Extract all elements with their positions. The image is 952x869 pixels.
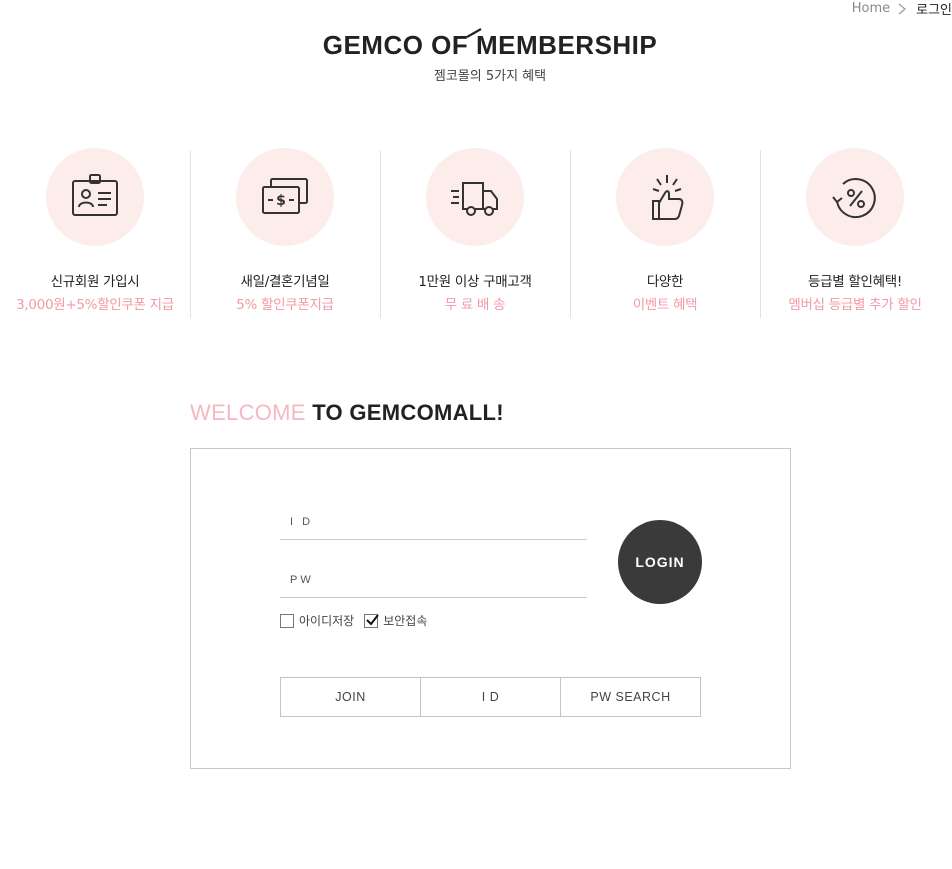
brand-header: GEMCO OF MEMBERSHIP 젬코몰의 5가지 혜택 (0, 28, 952, 84)
benefit-title: 다양한 (646, 274, 684, 290)
svg-text:$: $ (276, 193, 286, 209)
welcome-highlight: WELCOME (190, 400, 306, 425)
account-actions: JOIN I D PW SEARCH (280, 677, 701, 717)
breadcrumb-home-link[interactable]: Home (852, 1, 890, 16)
delivery-truck-icon (426, 148, 524, 246)
benefit-title: 새일/결혼기념일 (240, 274, 330, 290)
page-subtitle: 젬코몰의 5가지 혜택 (433, 69, 547, 84)
benefit-item: 등급별 할인혜택! 멤버십 등급별 추가 할인 (760, 148, 950, 318)
id-field (280, 504, 587, 540)
percent-refresh-icon (806, 148, 904, 246)
find-id-button[interactable]: I D (420, 677, 561, 717)
benefit-item: 다양한 이벤트 혜택 (570, 148, 760, 318)
checkmark-icon (366, 613, 379, 626)
login-options: 아이디저장 보안접속 (280, 612, 437, 629)
pw-field (280, 562, 587, 598)
save-id-checkbox[interactable] (280, 613, 294, 628)
id-input[interactable] (280, 504, 587, 539)
save-id-label: 아이디저장 (299, 614, 355, 628)
pw-input[interactable] (280, 562, 587, 597)
benefit-title: 신규회원 가입시 (50, 274, 140, 290)
welcome-heading: WELCOME TO GEMCOMALL! (190, 400, 504, 426)
thumbs-up-icon (616, 148, 714, 246)
secure-login-label: 보안접속 (383, 614, 428, 628)
login-form: LOGIN 아이디저장 보안접속 JOIN I D PW SEARCH (190, 448, 791, 769)
benefit-item: 신규회원 가입시 3,000원+5%할인쿠폰 지급 (0, 148, 190, 318)
benefit-title: 1만원 이상 구매고객 (418, 274, 532, 290)
secure-login-option[interactable]: 보안접속 (364, 612, 427, 629)
id-card-icon (46, 148, 144, 246)
benefits-list: 신규회원 가입시 3,000원+5%할인쿠폰 지급 $ 새일/결혼기념일 5% … (0, 148, 952, 318)
breadcrumb: Home 로그인 (852, 0, 952, 18)
benefit-desc: 5% 할인쿠폰지급 (236, 297, 334, 313)
welcome-rest: TO GEMCOMALL! (312, 400, 504, 425)
benefit-desc: 멤버십 등급별 추가 할인 (788, 297, 922, 313)
breadcrumb-current: 로그인 (916, 3, 952, 18)
brand-accent-mark (466, 28, 482, 38)
benefit-desc: 무 료 배 송 (444, 297, 506, 313)
chevron-right-icon (898, 3, 907, 14)
secure-login-checkbox[interactable] (364, 613, 379, 628)
login-button[interactable]: LOGIN (618, 520, 702, 604)
save-id-option[interactable]: 아이디저장 (280, 612, 354, 629)
join-button[interactable]: JOIN (280, 677, 421, 717)
money-icon: $ (236, 148, 334, 246)
benefit-item: $ 새일/결혼기념일 5% 할인쿠폰지급 (190, 148, 380, 318)
benefit-desc: 이벤트 혜택 (632, 297, 698, 313)
pw-search-button[interactable]: PW SEARCH (560, 677, 701, 717)
page-title: GEMCO OF MEMBERSHIP (322, 28, 658, 60)
benefit-title: 등급별 할인혜택! (808, 274, 902, 290)
benefit-item: 1만원 이상 구매고객 무 료 배 송 (380, 148, 570, 318)
benefit-desc: 3,000원+5%할인쿠폰 지급 (16, 297, 174, 313)
